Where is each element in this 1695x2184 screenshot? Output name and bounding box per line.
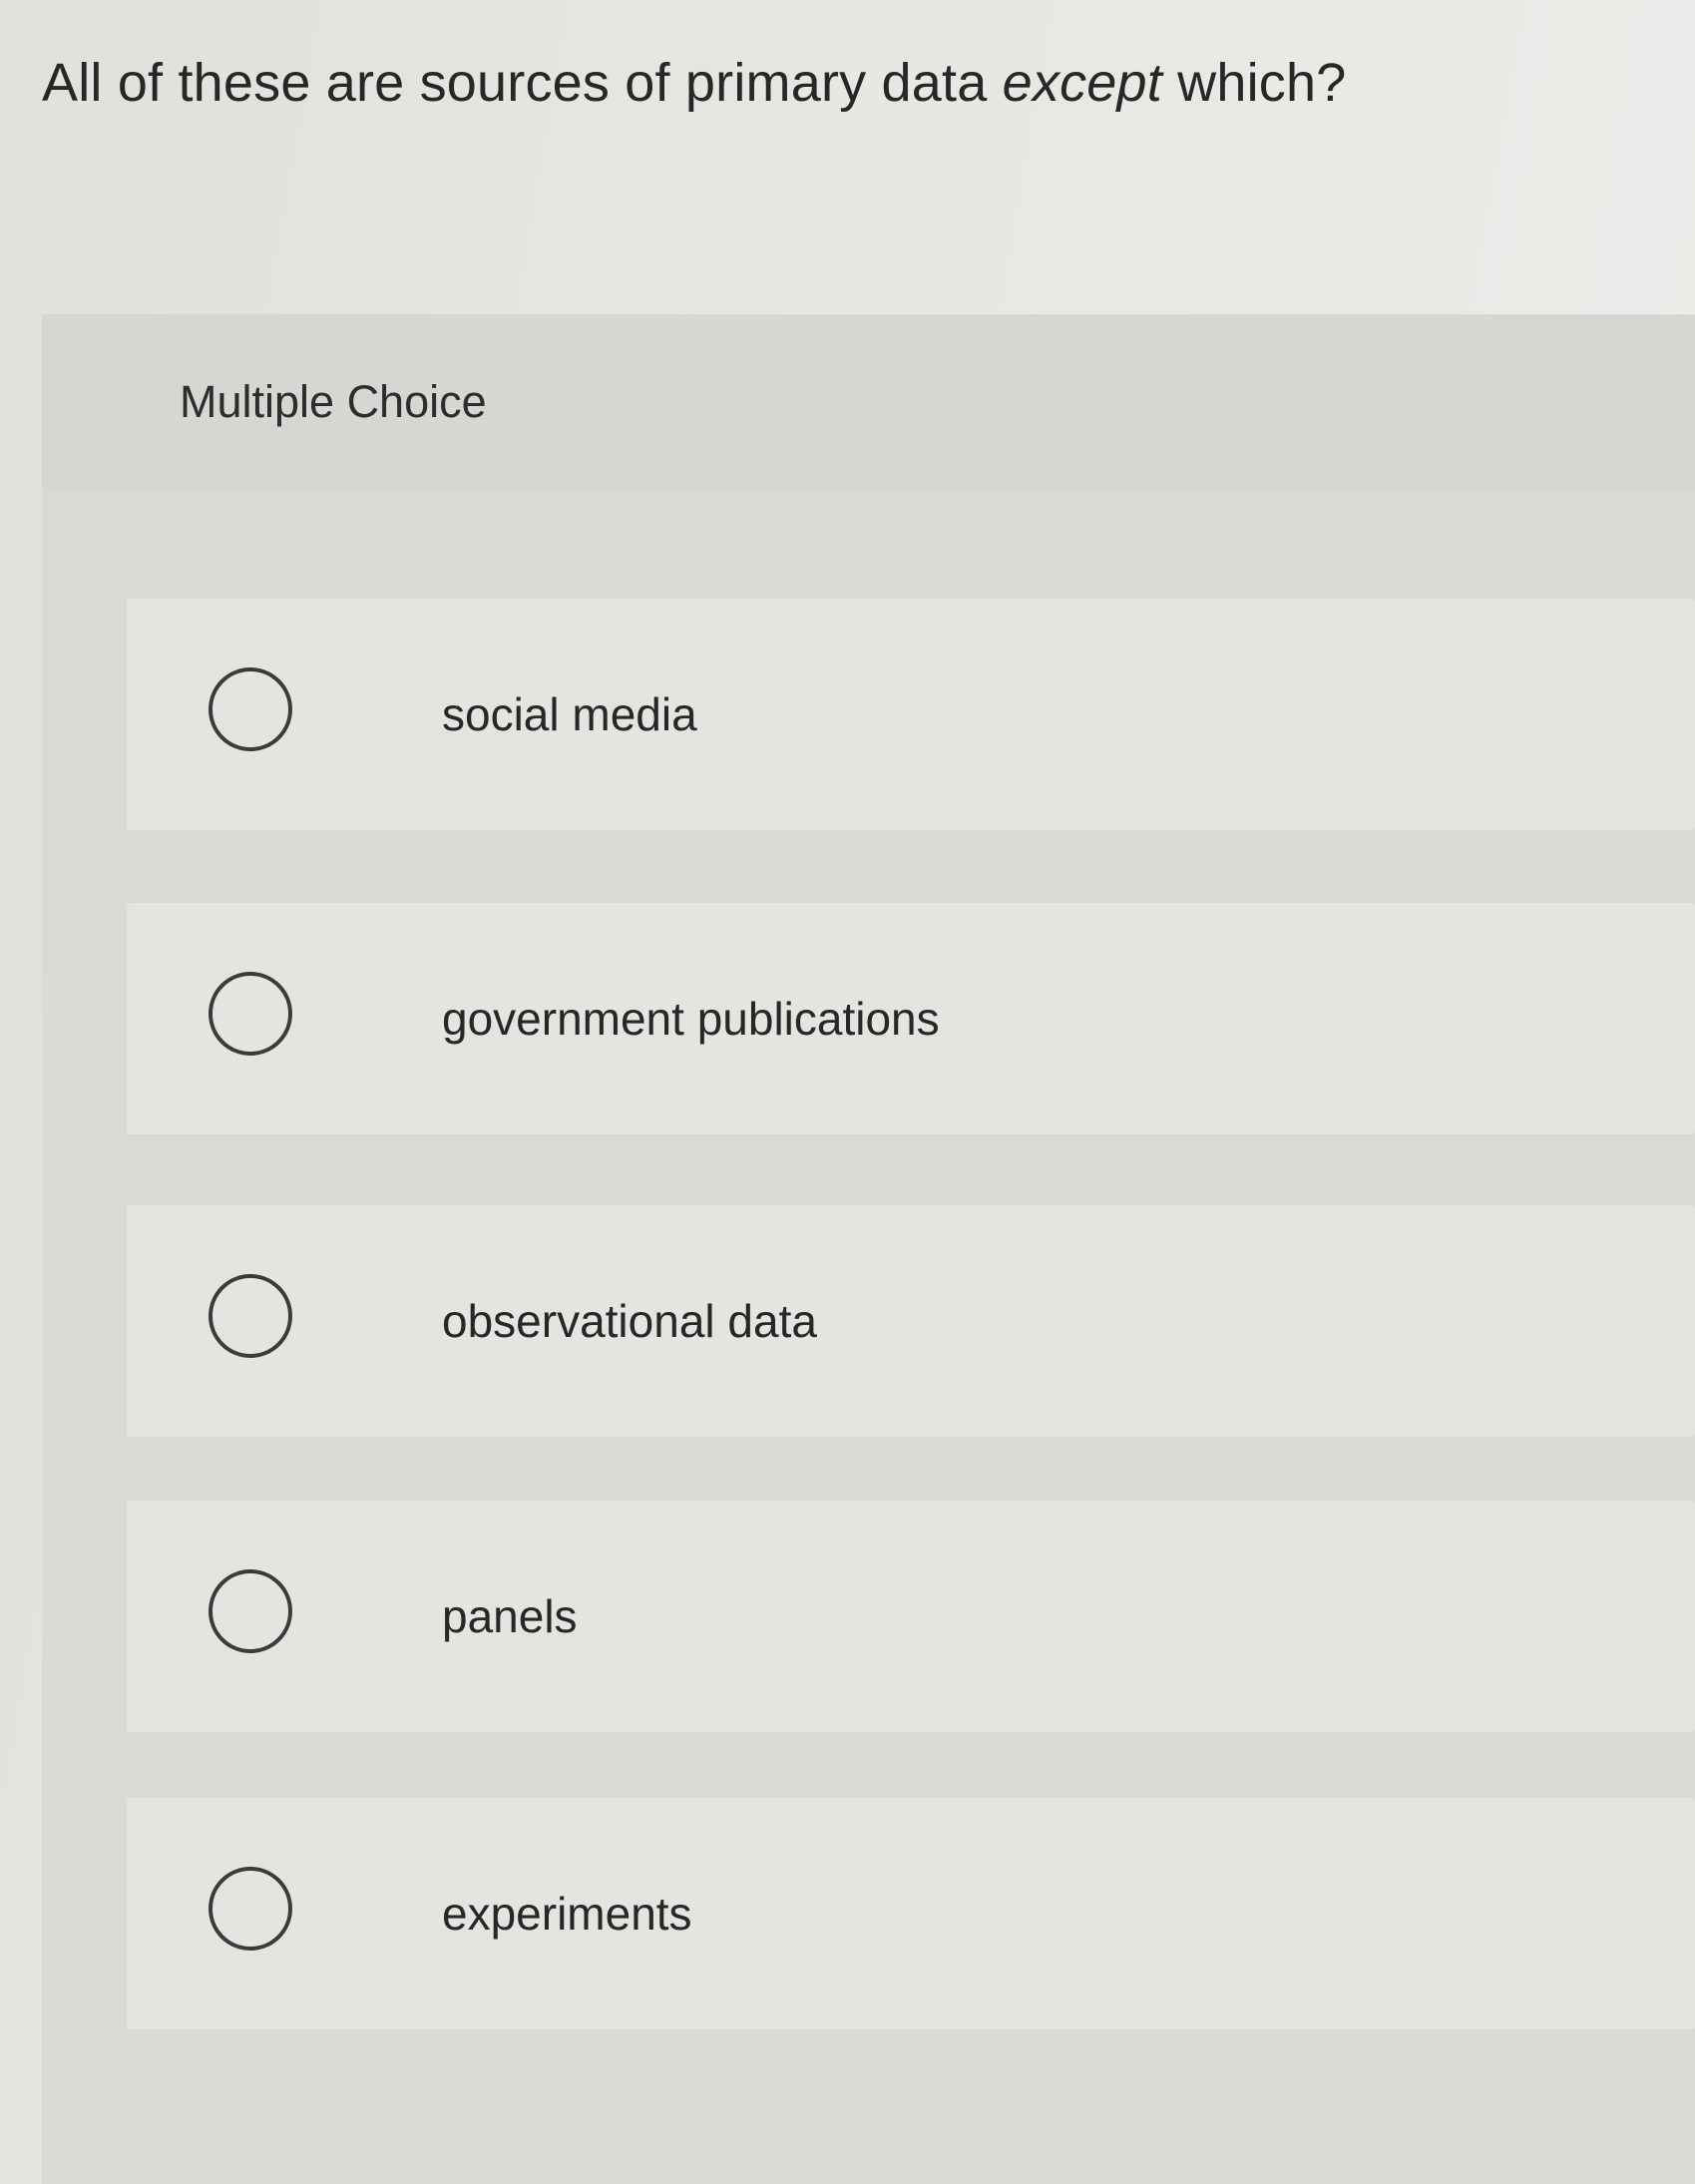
radio-button-icon[interactable] [209, 1569, 292, 1653]
question-suffix: which? [1161, 53, 1347, 113]
question-text: All of these are sources of primary data… [42, 52, 1346, 114]
option-label: social media [442, 688, 697, 740]
radio-button-icon[interactable] [209, 1274, 292, 1358]
answer-option-government-publications[interactable]: government publications [127, 903, 1695, 1134]
option-label: experiments [442, 1888, 692, 1940]
answer-option-experiments[interactable]: experiments [127, 1798, 1695, 2029]
answer-option-panels[interactable]: panels [127, 1501, 1695, 1732]
option-label: panels [442, 1590, 578, 1642]
panel-header: Multiple Choice [42, 314, 1695, 489]
question-prefix: All of these are sources of primary data [42, 53, 1003, 113]
option-label: observational data [442, 1295, 817, 1347]
question-emphasis: except [1002, 53, 1162, 113]
radio-button-icon[interactable] [209, 1867, 292, 1951]
panel-label: Multiple Choice [180, 376, 487, 427]
multiple-choice-panel: Multiple Choice social media government … [42, 314, 1695, 2184]
radio-button-icon[interactable] [209, 667, 292, 751]
quiz-page: All of these are sources of primary data… [0, 0, 1695, 2184]
answer-option-social-media[interactable]: social media [127, 599, 1695, 830]
option-label: government publications [442, 993, 940, 1045]
answer-option-observational-data[interactable]: observational data [127, 1205, 1695, 1437]
radio-button-icon[interactable] [209, 972, 292, 1056]
